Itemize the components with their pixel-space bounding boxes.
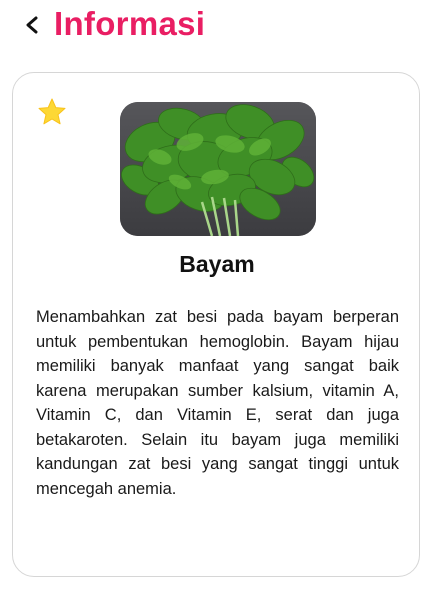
item-description: Menambahkan zat besi pada bayam berperan… xyxy=(36,308,399,498)
page-title: Informasi xyxy=(54,5,206,42)
star-icon xyxy=(38,98,66,125)
chevron-left-icon xyxy=(26,16,38,34)
spinach-photo xyxy=(120,102,316,236)
back-button[interactable] xyxy=(20,10,46,40)
favorite-button[interactable] xyxy=(37,97,67,127)
info-card: Bayam Menambahkan zat besi pada bayam be… xyxy=(12,72,420,577)
item-name: Bayam xyxy=(179,251,255,277)
app-header: Informasi xyxy=(0,0,435,52)
